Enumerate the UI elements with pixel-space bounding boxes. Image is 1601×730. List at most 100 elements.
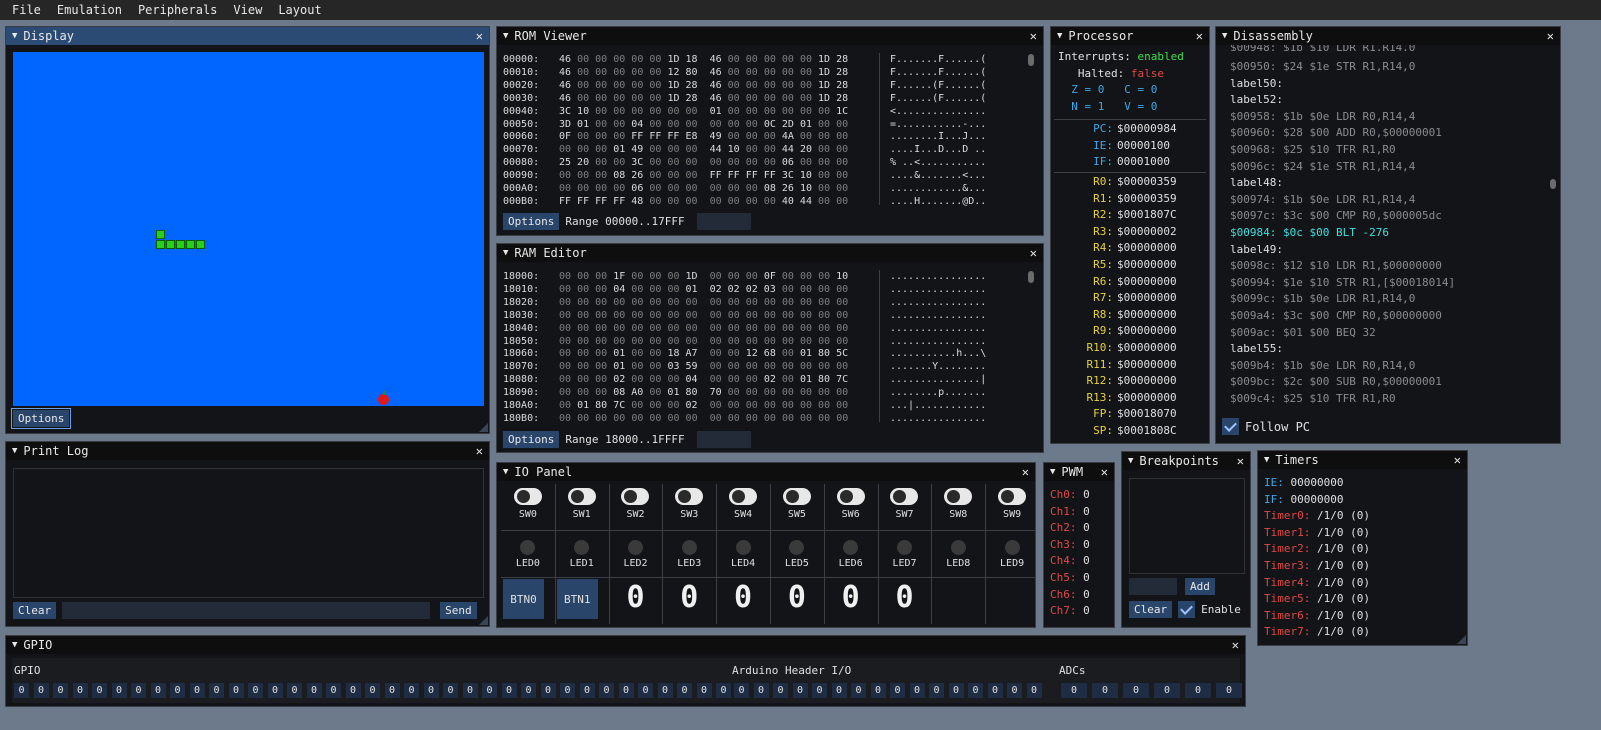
rom-scrollbar[interactable] [1028,54,1034,66]
breakpoint-address-input[interactable] [1129,578,1177,595]
printlog-send-button[interactable]: Send [440,602,477,619]
display-titlebar[interactable]: ▼ Display ✕ [6,27,489,45]
pin-value[interactable]: 0 [579,683,595,698]
adc-value[interactable]: 0 [1154,683,1180,698]
menu-emulation[interactable]: Emulation [49,3,130,17]
menu-peripherals[interactable]: Peripherals [130,3,225,17]
disasm-instruction[interactable]: $0099c: $1b $0e LDR R1,R14,0 [1230,291,1550,308]
register-value[interactable]: $00000000 [1117,240,1177,257]
pin-value[interactable]: 0 [345,683,361,698]
register-value[interactable]: $00000000 [1117,357,1177,374]
disasm-instruction[interactable]: $0098c: $12 $10 LDR R1,$00000000 [1230,258,1550,275]
hex-bytes[interactable]: 00 00 00 1F 00 00 00 1D 00 00 00 0F 00 0… [559,271,848,284]
breakpoint-clear-button[interactable]: Clear [1129,601,1173,618]
hex-bytes[interactable]: 00 00 00 01 00 00 18 A7 00 00 12 68 00 0… [559,348,848,361]
close-icon[interactable]: ✕ [1232,638,1239,652]
rom-options-button[interactable]: Options [503,213,560,230]
collapse-icon[interactable]: ▼ [1222,31,1227,41]
collapse-icon[interactable]: ▼ [12,640,17,650]
switch-toggle[interactable] [621,488,650,505]
close-icon[interactable]: ✕ [1030,246,1037,260]
menu-file[interactable]: File [4,3,49,17]
pin-value[interactable]: 0 [599,683,614,698]
disasm-instruction[interactable]: $00968: $25 $10 TFR R1,R0 [1230,142,1550,159]
push-button[interactable]: BTN1 [556,579,598,619]
collapse-icon[interactable]: ▼ [1050,467,1055,477]
printlog-clear-button[interactable]: Clear [13,602,57,619]
register-value[interactable]: $00000000 [1117,390,1177,407]
hex-bytes[interactable]: 00 00 00 01 49 00 00 00 44 10 00 00 44 2… [559,144,848,157]
close-icon[interactable]: ✕ [1237,454,1244,468]
pin-value[interactable]: 0 [968,683,983,698]
pin-value[interactable]: 0 [287,683,302,698]
adc-value[interactable]: 0 [1061,683,1087,698]
collapse-icon[interactable]: ▼ [503,467,508,477]
register-value[interactable]: 00001000 [1117,154,1170,171]
ram-goto-input[interactable] [696,431,751,448]
disasm-instruction[interactable]: $00994: $1e $10 STR R1,[$00018014] [1230,275,1550,292]
pin-value[interactable]: 0 [1007,683,1022,698]
pin-value[interactable]: 0 [716,683,731,698]
hex-bytes[interactable]: 00 00 00 00 00 00 00 00 00 00 00 00 00 0… [559,297,848,310]
close-icon[interactable]: ✕ [1022,465,1029,479]
disasm-instruction[interactable]: $00958: $1b $0e LDR R0,R14,4 [1230,109,1550,126]
collapse-icon[interactable]: ▼ [1057,31,1062,41]
switch-toggle[interactable] [944,488,973,505]
register-value[interactable]: $0001808C [1117,423,1177,440]
hex-bytes[interactable]: 00 00 00 00 00 00 00 00 00 00 00 00 00 0… [559,336,848,349]
pin-value[interactable]: 0 [443,683,458,698]
processor-titlebar[interactable]: ▼ Processor ✕ [1051,27,1209,45]
rom-titlebar[interactable]: ▼ ROM Viewer ✕ [497,27,1043,45]
disasm-instruction[interactable]: $00950: $24 $1e STR R1,R14,0 [1230,59,1550,76]
hex-bytes[interactable]: 46 00 00 00 00 00 1D 28 46 00 00 00 00 0… [559,80,848,93]
pin-value[interactable]: 0 [734,683,749,698]
hex-bytes[interactable]: 46 00 00 00 00 00 1D 28 46 00 00 00 00 0… [559,93,848,106]
register-value[interactable]: $00000000 [1117,290,1177,307]
adc-value[interactable]: 0 [1216,683,1242,698]
hex-bytes[interactable]: 00 00 00 08 26 00 00 00 FF FF FF FF 3C 1… [559,170,848,183]
gpio-titlebar[interactable]: ▼ GPIO ✕ [6,636,1245,654]
register-value[interactable]: $0001807C [1117,207,1177,224]
register-value[interactable]: $00000000 [1117,373,1177,390]
disasm-instruction[interactable]: $009c4: $25 $10 TFR R1,R0 [1230,391,1550,408]
pin-value[interactable]: 0 [248,683,263,698]
disasm-instruction[interactable]: $0097c: $3c $00 CMP R0,$000005dc [1230,208,1550,225]
printlog-titlebar[interactable]: ▼ Print Log ✕ [6,442,489,460]
hex-bytes[interactable]: 0F 00 00 00 FF FF FF E8 49 00 00 00 4A 0… [559,131,848,144]
disasm-instruction[interactable]: $009a4: $3c $00 CMP R0,$00000000 [1230,308,1550,325]
register-value[interactable]: $00018070 [1117,406,1177,423]
pin-value[interactable]: 0 [696,683,712,698]
push-button[interactable]: BTN0 [503,579,544,619]
resize-grip-icon[interactable] [1457,635,1466,644]
breakpoint-enable-checkbox[interactable] [1178,601,1196,618]
hex-bytes[interactable]: FF FF FF FF 48 00 00 00 00 00 00 00 40 4… [559,196,848,209]
adc-value[interactable]: 0 [1185,683,1211,698]
pin-value[interactable]: 0 [638,683,653,698]
pin-value[interactable]: 0 [677,683,692,698]
pin-value[interactable]: 0 [618,683,634,698]
switch-toggle[interactable] [567,488,596,505]
pin-value[interactable]: 0 [92,683,107,698]
switch-toggle[interactable] [890,488,919,505]
follow-pc-checkbox[interactable] [1222,418,1239,435]
switch-toggle[interactable] [836,488,865,505]
register-value[interactable]: $00000000 [1117,323,1177,340]
pin-value[interactable]: 0 [462,683,478,698]
hex-bytes[interactable]: 00 00 00 00 00 00 00 00 00 00 00 00 00 0… [559,323,848,336]
register-value[interactable]: $00000000 [1117,274,1177,291]
pin-value[interactable]: 0 [890,683,905,698]
pin-value[interactable]: 0 [540,683,556,698]
pin-value[interactable]: 0 [111,683,127,698]
pin-value[interactable]: 0 [1026,683,1042,698]
hex-bytes[interactable]: 00 00 00 00 06 00 00 00 00 00 00 08 26 1… [559,183,848,196]
pin-value[interactable]: 0 [53,683,68,698]
pin-value[interactable]: 0 [501,683,517,698]
switch-toggle[interactable] [998,488,1027,505]
hex-bytes[interactable]: 00 00 00 08 A0 00 01 80 70 00 00 00 00 0… [559,387,848,400]
pin-value[interactable]: 0 [228,683,244,698]
disasm-instruction[interactable]: $00960: $28 $00 ADD R0,$00000001 [1230,125,1550,142]
close-icon[interactable]: ✕ [476,444,483,458]
pin-value[interactable]: 0 [773,683,788,698]
hex-bytes[interactable]: 3C 10 00 00 00 00 00 00 01 00 00 00 00 0… [559,106,848,119]
switch-toggle[interactable] [513,488,542,505]
